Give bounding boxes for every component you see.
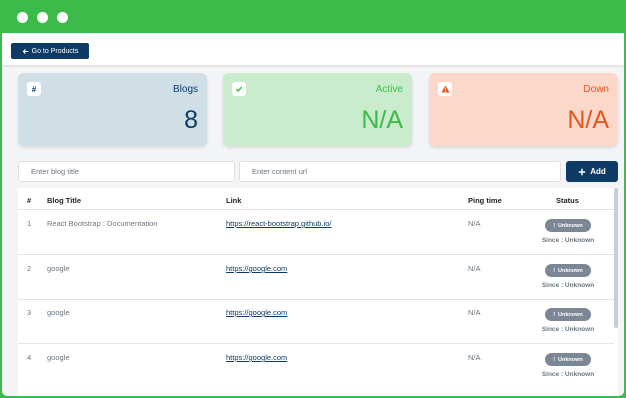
blogs-card-value: 8 [184,106,198,134]
row-blog-title: google [47,353,70,362]
exclamation-icon: ! [553,267,556,274]
status-badge: ! Unknown [545,264,591,277]
row-link[interactable]: https://google.com [226,353,287,362]
row-num: 4 [27,353,32,362]
status-badge: ! Unknown [545,308,591,321]
header-num: # [27,196,32,205]
exclamation-icon: ! [553,356,556,363]
row-ping-time: N/A [468,308,481,317]
active-card-label: Active [375,84,403,95]
go-to-products-label: Go to Products [31,47,79,55]
arrow-left-icon [22,48,28,54]
row-blog-title: google [47,264,70,273]
status-since: Since : Unknown [541,326,595,333]
status-since: Since : Unknown [541,371,595,378]
title-bar [0,0,626,33]
content-url-input[interactable] [239,161,561,182]
blogs-card: # Blogs 8 [18,73,207,146]
row-num: 2 [27,264,32,273]
row-ping-time: N/A [468,264,481,273]
check-icon [232,82,246,96]
status-since: Since : Unknown [541,237,595,244]
table-scrollbar[interactable] [614,188,618,328]
row-link[interactable]: https://google.com [226,264,287,273]
table-row: 2 google https://google.com N/A ! Unknow… [18,255,614,299]
add-button-label: Add [590,167,606,176]
status-badge-label: Unknown [558,267,583,274]
status-badge: ! Unknown [545,219,591,232]
blogs-card-label: Blogs [172,84,198,95]
status-since: Since : Unknown [541,282,595,289]
table-row: 4 google https://google.com N/A ! Unknow… [18,344,614,388]
blog-title-input[interactable] [18,161,235,182]
active-card: Active N/A [223,73,412,146]
go-to-products-button[interactable]: Go to Products [11,43,89,59]
down-card-label: Down [583,84,609,95]
blogs-table: # Blog Title Link Ping time Status 1 Rea… [18,188,618,396]
row-link[interactable]: https://google.com [226,308,287,317]
top-bar: Go to Products [2,33,624,65]
add-button[interactable]: Add [566,161,618,182]
row-num: 3 [27,308,32,317]
down-card: Down N/A [429,73,618,146]
app-window: Go to Products # Blogs 8 Active N/A Down… [0,0,626,398]
status-badge-label: Unknown [558,356,583,363]
window-close-dot[interactable] [17,12,28,23]
row-ping-time: N/A [468,219,481,228]
row-blog-title: React Bootstrap : Documentation [47,219,158,228]
header-ping-time: Ping time [468,196,502,205]
row-blog-title: google [47,308,70,317]
table-row: 3 google https://google.com N/A ! Unknow… [18,299,614,343]
row-num: 1 [27,219,32,228]
hash-icon: # [27,82,41,96]
window-minimize-dot[interactable] [37,12,48,23]
table-row: 1 React Bootstrap : Documentation https:… [18,210,614,254]
header-link: Link [226,196,242,205]
header-blog-title: Blog Title [47,196,82,205]
row-link[interactable]: https://react-bootstrap.github.io/ [226,219,331,228]
warning-icon [438,82,452,96]
main-content: Go to Products # Blogs 8 Active N/A Down… [2,33,624,396]
plus-icon [579,168,586,175]
exclamation-icon: ! [553,222,556,229]
status-badge: ! Unknown [545,353,591,366]
active-card-value: N/A [361,106,403,134]
header-status: Status [556,196,579,205]
down-card-value: N/A [567,106,609,134]
exclamation-icon: ! [553,311,556,318]
window-maximize-dot[interactable] [57,12,68,23]
row-ping-time: N/A [468,353,481,362]
status-badge-label: Unknown [558,222,583,229]
status-badge-label: Unknown [558,311,583,318]
